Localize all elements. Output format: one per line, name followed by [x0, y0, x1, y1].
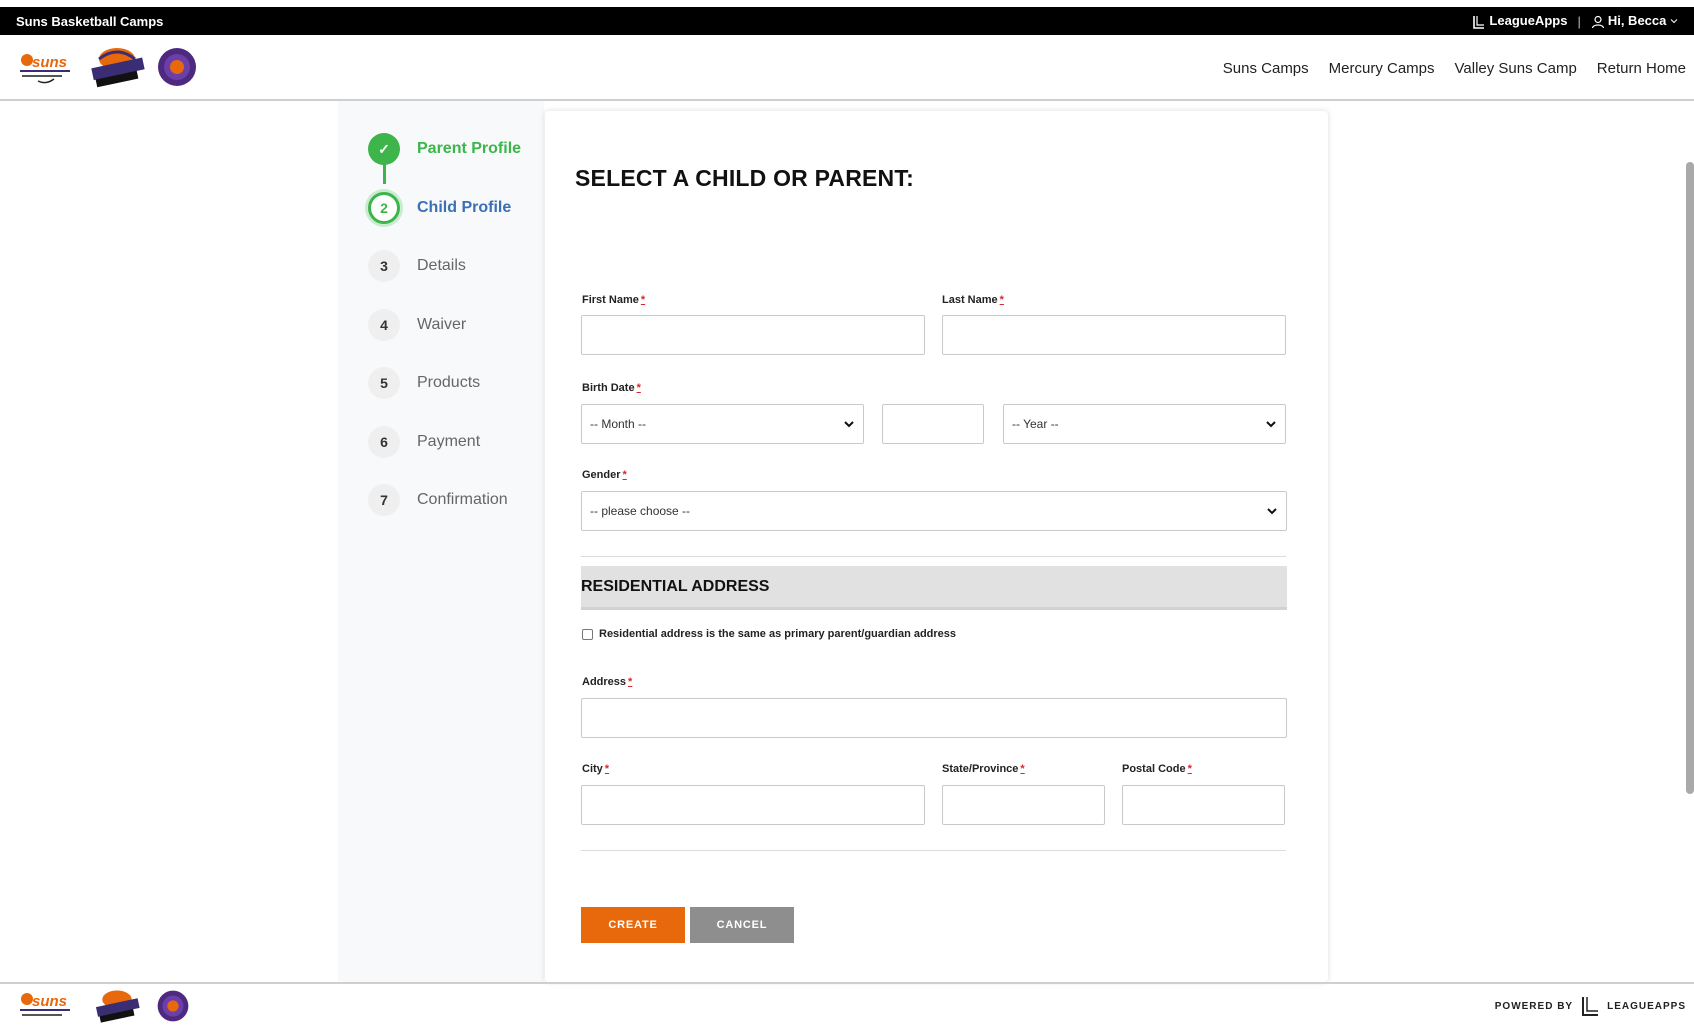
- divider: [581, 556, 1286, 557]
- footer-logos[interactable]: suns: [18, 986, 190, 1026]
- caret-down-icon: [1670, 19, 1678, 24]
- leagueapps-icon: [1473, 15, 1485, 29]
- first-name-label: First Name *: [582, 294, 646, 306]
- step-waiver: 4 Waiver: [368, 296, 538, 355]
- required-mark: *: [628, 676, 633, 688]
- main-nav: Suns Camps Mercury Camps Valley Suns Cam…: [1223, 60, 1686, 77]
- last-name-label: Last Name *: [942, 294, 1004, 306]
- postal-code-label: Postal Code *: [1122, 763, 1192, 775]
- step-number: 7: [368, 484, 400, 517]
- birth-year-select[interactable]: -- Year --: [1003, 404, 1286, 444]
- step-number: 6: [368, 425, 400, 458]
- step-label: Products: [417, 374, 481, 392]
- residential-address-header: RESIDENTIAL ADDRESS: [581, 566, 1287, 610]
- step-label: Child Profile: [417, 198, 512, 216]
- step-details: 3 Details: [368, 237, 538, 296]
- leagueapps-link[interactable]: LeagueApps: [1472, 13, 1567, 29]
- nav-return-home[interactable]: Return Home: [1597, 60, 1686, 77]
- chevron-down-icon: [1267, 508, 1277, 515]
- required-mark: *: [999, 294, 1004, 306]
- valley-suns-logo: [157, 990, 189, 1022]
- address-label: Address *: [582, 676, 633, 688]
- postal-code-input[interactable]: [1122, 785, 1285, 825]
- step-confirmation: 7 Confirmation: [368, 471, 538, 530]
- birth-month-select[interactable]: -- Month --: [581, 404, 864, 444]
- birth-date-label: Birth Date *: [582, 382, 641, 394]
- required-mark: *: [622, 469, 627, 481]
- chevron-down-icon: [844, 421, 854, 428]
- nav-mercury-camps[interactable]: Mercury Camps: [1329, 60, 1435, 77]
- step-number: 3: [368, 250, 400, 283]
- gender-select[interactable]: -- please choose --: [581, 491, 1287, 531]
- step-number: 5: [368, 367, 400, 400]
- same-address-label: Residential address is the same as prima…: [599, 628, 957, 640]
- mercury-basketball-camps-logo: [91, 48, 145, 88]
- required-mark: *: [636, 382, 641, 394]
- address-input[interactable]: [581, 698, 1287, 738]
- topbar-separator: |: [1577, 13, 1581, 29]
- suns-basketball-camps-logo: suns: [20, 993, 70, 1016]
- top-bar: Suns Basketball Camps LeagueApps | Hi, B…: [0, 7, 1694, 35]
- step-products: 5 Products: [368, 354, 538, 413]
- city-label: City *: [582, 763, 610, 775]
- birth-day-input[interactable]: [882, 404, 984, 444]
- city-input[interactable]: [581, 785, 925, 825]
- required-mark: *: [640, 294, 646, 306]
- required-mark: *: [604, 763, 610, 775]
- divider: [581, 850, 1286, 851]
- required-mark: *: [1187, 763, 1192, 775]
- leagueapps-icon: [1582, 997, 1599, 1016]
- svg-text:suns: suns: [32, 993, 67, 1010]
- step-payment: 6 Payment: [368, 413, 538, 472]
- cancel-button[interactable]: CANCEL: [690, 907, 794, 943]
- same-address-option[interactable]: Residential address is the same as prima…: [582, 628, 956, 640]
- page-scrollbar[interactable]: [1686, 162, 1694, 794]
- site-header: suns Suns Camps Mercury Camps Valley Sun…: [0, 35, 1694, 101]
- powered-by-leagueapps[interactable]: POWERED BY LEAGUEAPPS: [1495, 995, 1686, 1017]
- step-child-profile: 2 Child Profile: [368, 179, 538, 238]
- state-label: State/Province *: [942, 763, 1025, 775]
- nav-valley-suns-camp[interactable]: Valley Suns Camp: [1455, 60, 1577, 77]
- state-input[interactable]: [942, 785, 1105, 825]
- required-mark: *: [1020, 763, 1025, 775]
- nav-suns-camps[interactable]: Suns Camps: [1223, 60, 1309, 77]
- svg-text:suns: suns: [32, 54, 67, 71]
- user-menu[interactable]: Hi, Becca: [1591, 13, 1678, 29]
- user-icon: [1591, 15, 1604, 29]
- mercury-basketball-camps-logo: [95, 990, 140, 1023]
- step-parent-profile[interactable]: ✓ Parent Profile: [368, 120, 538, 184]
- form-title: SELECT A CHILD OR PARENT:: [575, 165, 914, 191]
- create-button[interactable]: CREATE: [581, 907, 685, 943]
- valley-suns-logo: [158, 48, 196, 86]
- step-label: Waiver: [417, 315, 467, 333]
- step-label: Details: [417, 257, 466, 275]
- step-number: 2: [368, 191, 400, 224]
- registration-steps: ✓ Parent Profile 2 Child Profile 3 Detai…: [368, 120, 538, 530]
- step-label: Parent Profile: [417, 140, 522, 158]
- child-profile-form: SELECT A CHILD OR PARENT: First Name * La…: [545, 111, 1328, 982]
- header-logos[interactable]: suns: [18, 45, 198, 89]
- step-number: 4: [368, 308, 400, 341]
- last-name-input[interactable]: [942, 315, 1286, 355]
- same-address-checkbox[interactable]: [582, 628, 593, 640]
- step-check-icon: ✓: [368, 133, 400, 166]
- site-title: Suns Basketball Camps: [16, 13, 164, 29]
- first-name-input[interactable]: [581, 315, 925, 355]
- step-label: Confirmation: [417, 491, 508, 509]
- top-bar-right: LeagueApps | Hi, Becca: [1472, 13, 1678, 29]
- chevron-down-icon: [1266, 421, 1276, 428]
- gender-label: Gender *: [582, 469, 627, 481]
- step-label: Payment: [417, 432, 481, 450]
- suns-basketball-camps-logo: suns: [20, 54, 70, 84]
- site-footer: suns POWERED BY LEAGUEAPPS: [0, 982, 1694, 1028]
